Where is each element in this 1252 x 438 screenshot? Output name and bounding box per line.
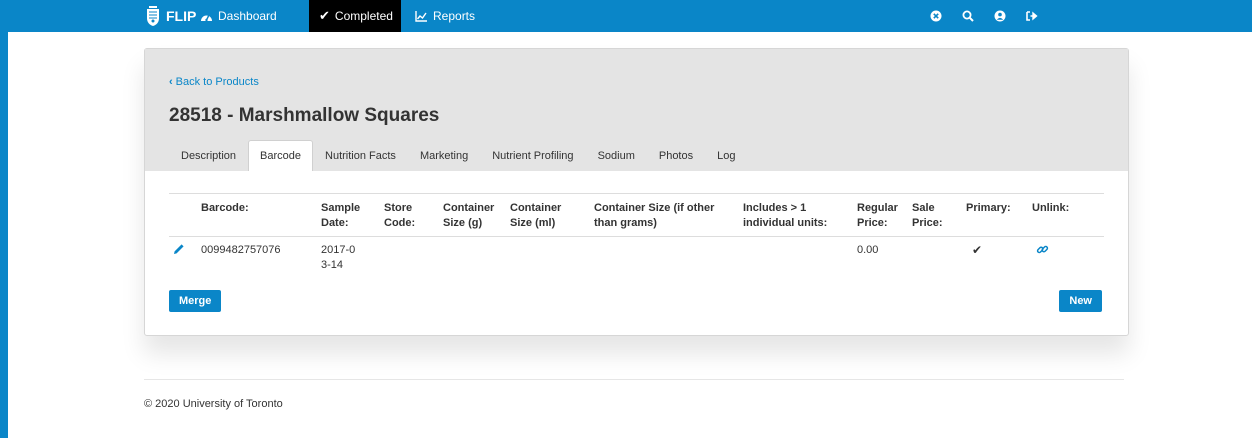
tab-photos[interactable]: Photos: [647, 140, 705, 171]
cell-regular-price: 0.00: [857, 244, 879, 256]
header-primary: Primary:: [962, 193, 1028, 237]
cell-container-ml: [506, 237, 590, 280]
edit-cell: [169, 237, 197, 280]
user-icon: [994, 10, 1006, 22]
table-header-row: Barcode: Sample Date: Store Code: Contai…: [169, 193, 1104, 237]
header-unlink: Unlink:: [1028, 193, 1104, 237]
header-container-other: Container Size (if other than grams): [590, 193, 739, 237]
header-container-ml: Container Size (ml): [506, 193, 590, 237]
header-regular-price: Regular Price:: [853, 193, 908, 237]
nav-dashboard-label: Dashboard: [218, 9, 277, 23]
cell-store-code: [380, 237, 439, 280]
tab-marketing[interactable]: Marketing: [408, 140, 480, 171]
header-store-code: Store Code:: [380, 193, 439, 237]
sign-out-icon: [1026, 11, 1038, 21]
nav-reports-label: Reports: [433, 9, 476, 23]
tab-nutrition-facts[interactable]: Nutrition Facts: [313, 140, 408, 171]
sample-date-value: 2017-03-14: [321, 244, 356, 271]
nav-completed[interactable]: ✔ Completed: [309, 0, 401, 32]
merge-button[interactable]: Merge: [169, 290, 222, 312]
tab-barcode[interactable]: Barcode: [248, 140, 314, 171]
edit-column-header: [169, 193, 197, 237]
top-navbar: FLIP Dashboard ✔ Completed Reports: [0, 0, 1252, 32]
tab-sodium[interactable]: Sodium: [586, 140, 647, 171]
pencil-icon[interactable]: [173, 243, 185, 255]
cell-sample-date: 2017-03-14: [317, 237, 380, 280]
footer-copyright: © 2020 University of Toronto: [144, 398, 283, 410]
cell-barcode: 0099482757076: [201, 244, 281, 256]
tab-log[interactable]: Log: [705, 140, 747, 171]
primary-check-icon: ✔: [972, 243, 983, 257]
close-circle-icon: [930, 10, 942, 22]
cell-container-g: [439, 237, 506, 280]
table-row: 0099482757076 2017-03-14 0.00 ✔: [169, 237, 1104, 280]
header-barcode: Barcode:: [197, 193, 317, 237]
footer-divider: [144, 379, 1124, 380]
cell-sale-price: [908, 237, 962, 280]
header-sale-price: Sale Price:: [908, 193, 962, 237]
back-to-products-link[interactable]: ‹ Back to Products: [169, 76, 259, 88]
header-sample-date: Sample Date:: [317, 193, 380, 237]
user-button[interactable]: [987, 0, 1013, 32]
nav-completed-label: Completed: [334, 9, 393, 23]
header-includes-units: Includes > 1 individual units:: [739, 193, 853, 237]
panel-header: ‹ Back to Products 28518 - Marshmallow S…: [145, 49, 1128, 171]
cell-includes-units: [739, 237, 853, 280]
search-icon: [962, 10, 974, 22]
cell-primary: ✔: [962, 237, 1028, 280]
crest-logo-icon: [147, 6, 159, 26]
checkmark-icon: ✔: [319, 8, 330, 23]
dashboard-icon: [201, 14, 212, 21]
brand[interactable]: FLIP: [146, 0, 196, 32]
cell-unlink: [1028, 237, 1104, 280]
line-chart-icon: [415, 10, 427, 22]
back-link-label: Back to Products: [175, 76, 259, 88]
tab-nutrient-profiling[interactable]: Nutrient Profiling: [480, 140, 585, 171]
product-tabs: Description Barcode Nutrition Facts Mark…: [169, 140, 747, 171]
header-container-g: Container Size (g): [439, 193, 506, 237]
nav-reports[interactable]: Reports: [405, 0, 485, 32]
tab-description[interactable]: Description: [169, 140, 248, 171]
barcode-table: Barcode: Sample Date: Store Code: Contai…: [169, 193, 1104, 279]
new-button[interactable]: New: [1059, 290, 1102, 312]
nav-dashboard[interactable]: Dashboard: [190, 0, 287, 32]
sign-out-button[interactable]: [1019, 0, 1045, 32]
product-title: 28518 - Marshmallow Squares: [169, 105, 440, 126]
cell-container-other: [590, 237, 739, 280]
close-circle-button[interactable]: [923, 0, 949, 32]
product-panel: ‹ Back to Products 28518 - Marshmallow S…: [144, 48, 1129, 336]
search-button[interactable]: [955, 0, 981, 32]
link-icon[interactable]: [1036, 243, 1049, 256]
chevron-left-icon: ‹: [169, 76, 173, 88]
